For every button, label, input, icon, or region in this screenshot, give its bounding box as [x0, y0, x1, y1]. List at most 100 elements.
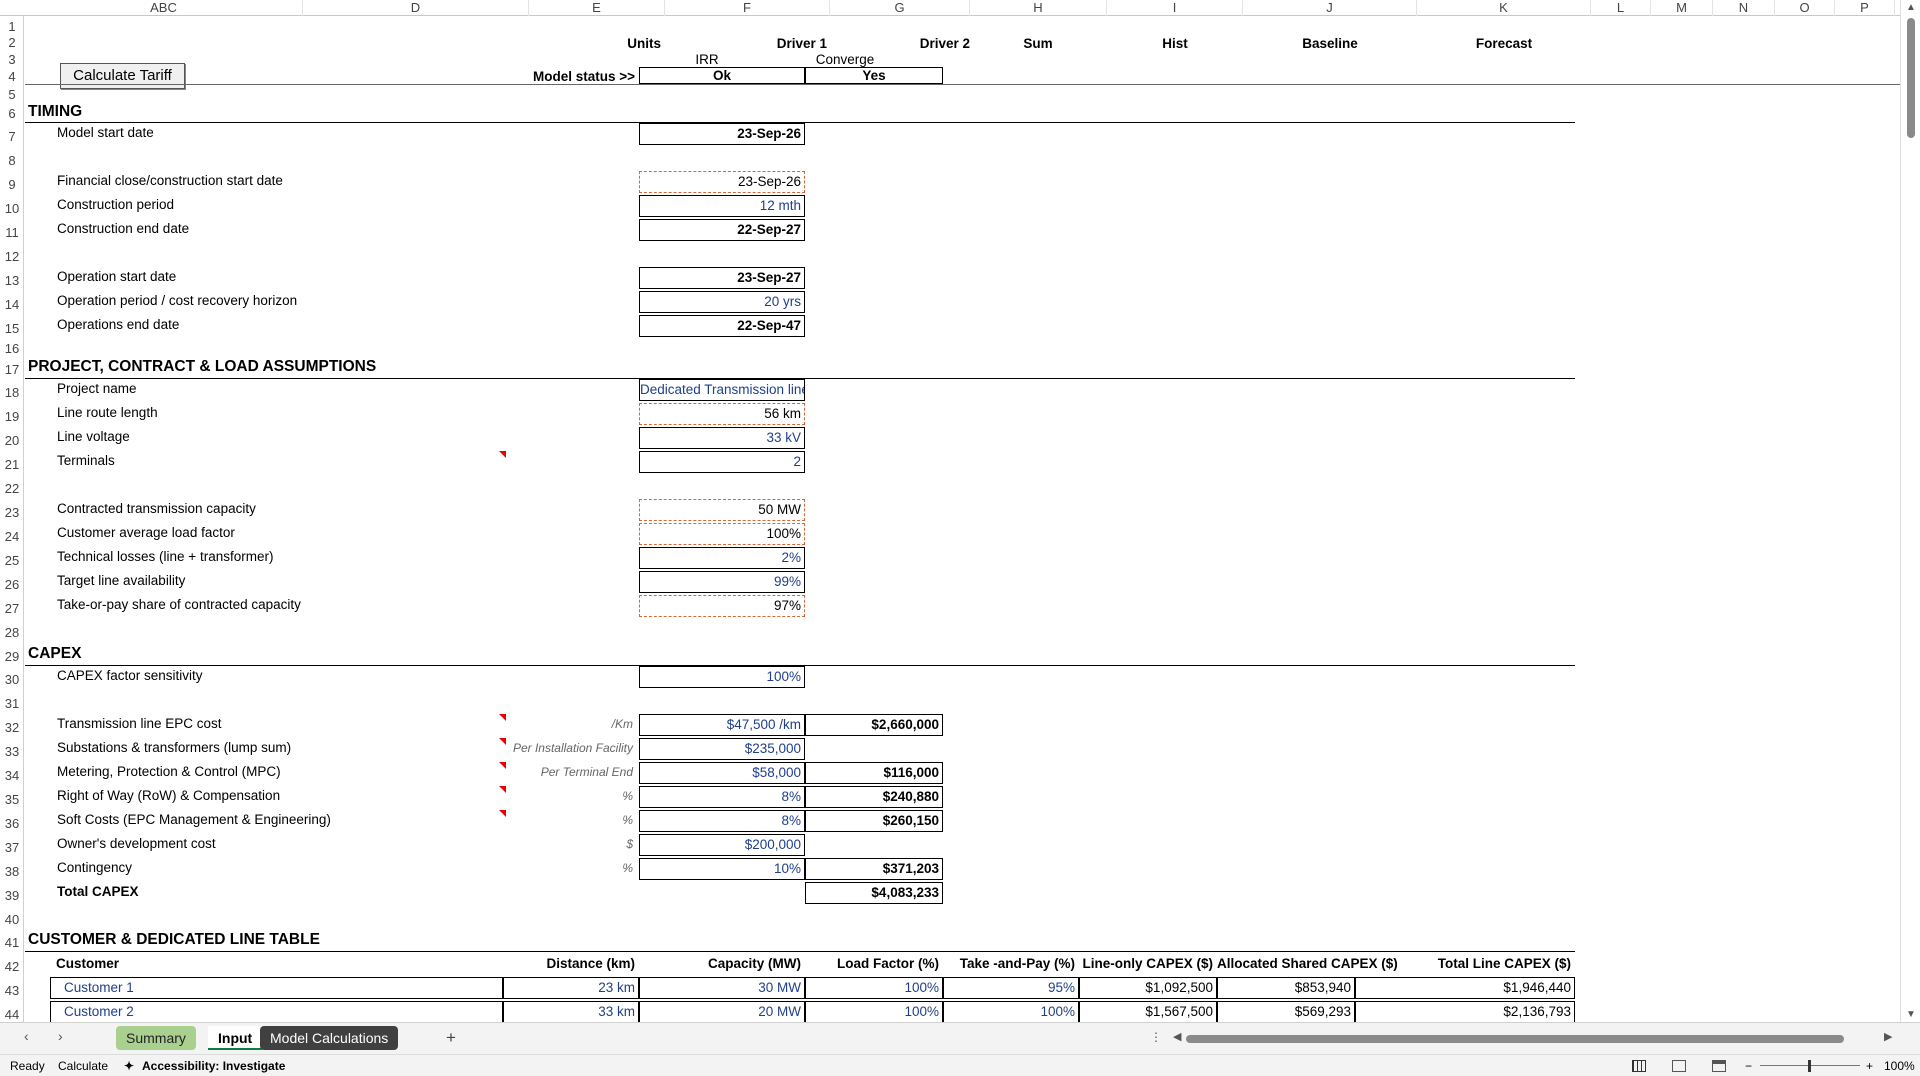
row-header[interactable]: 29 [0, 643, 24, 666]
capex-input-cell[interactable]: $58,000 [639, 762, 805, 784]
horizontal-scroll-thumb[interactable] [1186, 1035, 1844, 1043]
project-name-cell[interactable]: Dedicated Transmission line [639, 379, 805, 401]
customer-table-cell[interactable]: Customer 1 [50, 977, 503, 999]
row-header[interactable]: 20 [0, 427, 24, 451]
column-header[interactable]: O [1775, 0, 1835, 16]
row-header[interactable]: 43 [0, 977, 24, 1001]
customer-table-cell[interactable]: 33 km [503, 1001, 639, 1022]
row-header[interactable]: 3 [0, 49, 24, 67]
column-header[interactable]: K [1417, 0, 1591, 16]
terminals-cell[interactable]: 2 [639, 451, 805, 473]
row-header[interactable]: 6 [0, 101, 24, 123]
customer-table-cell[interactable]: 20 MW [639, 1001, 805, 1022]
page-break-icon[interactable] [1712, 1060, 1726, 1072]
voltage-cell[interactable]: 33 kV [639, 427, 805, 449]
more-options-icon[interactable]: ⋮ [1150, 1030, 1162, 1044]
status-accessibility[interactable]: Accessibility: Investigate [142, 1055, 285, 1076]
row-header[interactable]: 42 [0, 953, 24, 977]
row-header[interactable]: 19 [0, 403, 24, 427]
row-header[interactable]: 2 [0, 33, 24, 50]
scroll-right-icon[interactable]: ▶ [1884, 1030, 1892, 1043]
row-header[interactable]: 41 [0, 929, 24, 953]
row-header[interactable]: 23 [0, 499, 24, 523]
row-header[interactable]: 40 [0, 906, 24, 929]
row-header[interactable]: 22 [0, 475, 24, 499]
customer-table-cell[interactable]: 23 km [503, 977, 639, 999]
row-header[interactable]: 1 [0, 16, 24, 34]
customer-table-cell[interactable]: Customer 2 [50, 1001, 503, 1022]
capex-calc-cell[interactable]: $2,660,000 [805, 714, 943, 736]
row-header[interactable]: 38 [0, 858, 24, 882]
worksheet-grid[interactable]: Calculate Tariff Units Driver 1 Driver 2… [25, 16, 1900, 1022]
op-period-cell[interactable]: 20 yrs [639, 291, 805, 313]
column-header[interactable]: E [529, 0, 665, 16]
tab-input[interactable]: Input [208, 1026, 263, 1050]
status-yes[interactable]: Yes [805, 67, 943, 84]
capex-sens-cell[interactable]: 100% [639, 666, 805, 688]
column-header[interactable]: H [970, 0, 1107, 16]
capex-input-cell[interactable]: $47,500 /km [639, 714, 805, 736]
next-sheet-icon[interactable]: › [58, 1028, 63, 1044]
row-header[interactable]: 31 [0, 690, 24, 714]
zoom-in-icon[interactable]: + [1866, 1055, 1873, 1076]
calculate-tariff-button[interactable]: Calculate Tariff [60, 63, 185, 89]
normal-view-icon[interactable] [1632, 1060, 1646, 1072]
row-header[interactable]: 34 [0, 762, 24, 786]
customer-table-cell[interactable]: $1,567,500 [1079, 1001, 1217, 1022]
column-header[interactable]: D [303, 0, 529, 16]
fin-close-cell[interactable]: 23-Sep-26 [639, 171, 805, 193]
capex-input-cell[interactable]: 10% [639, 858, 805, 880]
customer-table-cell[interactable]: $1,946,440 [1355, 977, 1575, 999]
row-header[interactable]: 30 [0, 666, 24, 690]
row-header[interactable]: 15 [0, 315, 24, 338]
customer-table-cell[interactable]: $853,940 [1217, 977, 1355, 999]
row-header[interactable]: 7 [0, 123, 24, 146]
row-header[interactable]: 37 [0, 834, 24, 858]
row-header[interactable]: 10 [0, 195, 24, 219]
row-header[interactable]: 4 [0, 66, 24, 84]
total-capex-cell[interactable]: $4,083,233 [805, 882, 943, 904]
customer-table-cell[interactable]: 95% [943, 977, 1079, 999]
tab-summary[interactable]: Summary [116, 1026, 196, 1050]
loadfactor-cell[interactable]: 100% [639, 523, 805, 545]
row-header[interactable]: 24 [0, 523, 24, 547]
status-ok[interactable]: Ok [639, 67, 805, 84]
column-header[interactable]: L [1591, 0, 1651, 16]
row-header[interactable]: 5 [0, 84, 24, 102]
customer-table-cell[interactable]: $2,136,793 [1355, 1001, 1575, 1022]
row-header[interactable]: 25 [0, 547, 24, 571]
page-layout-icon[interactable] [1672, 1060, 1686, 1072]
row-header[interactable]: 9 [0, 171, 24, 195]
capex-calc-cell[interactable]: $116,000 [805, 762, 943, 784]
vertical-scroll-thumb[interactable] [1907, 18, 1915, 138]
row-header[interactable]: 18 [0, 379, 24, 403]
op-end-cell[interactable]: 22-Sep-47 [639, 315, 805, 337]
column-header[interactable]: J [1243, 0, 1417, 16]
capex-calc-cell[interactable]: $260,150 [805, 810, 943, 832]
row-header[interactable]: 35 [0, 786, 24, 810]
add-sheet-button[interactable]: + [436, 1026, 466, 1050]
row-header[interactable]: 33 [0, 738, 24, 762]
status-calculate[interactable]: Calculate [58, 1055, 108, 1076]
row-header[interactable]: 11 [0, 219, 24, 243]
column-header[interactable]: M [1651, 0, 1713, 16]
row-header[interactable]: 13 [0, 267, 24, 291]
row-header[interactable]: 14 [0, 291, 24, 315]
column-header[interactable]: I [1107, 0, 1243, 16]
row-header[interactable]: 36 [0, 810, 24, 834]
zoom-out-icon[interactable]: − [1745, 1055, 1752, 1076]
customer-table-cell[interactable]: $569,293 [1217, 1001, 1355, 1022]
constr-period-cell[interactable]: 12 mth [639, 195, 805, 217]
takeorpay-cell[interactable]: 97% [639, 595, 805, 617]
vertical-scrollbar[interactable]: ▲ ▼ [1900, 0, 1920, 1022]
customer-table-cell[interactable]: 30 MW [639, 977, 805, 999]
zoom-slider-handle[interactable] [1808, 1060, 1811, 1072]
route-cell[interactable]: 56 km [639, 403, 805, 425]
zoom-level[interactable]: 100% [1884, 1055, 1915, 1076]
row-header[interactable]: 32 [0, 714, 24, 738]
capex-input-cell[interactable]: $200,000 [639, 834, 805, 856]
accessibility-icon[interactable]: ✦ [124, 1055, 134, 1076]
row-header[interactable]: 16 [0, 338, 24, 356]
column-header[interactable]: F [665, 0, 830, 16]
column-header[interactable]: ABC [25, 0, 303, 16]
